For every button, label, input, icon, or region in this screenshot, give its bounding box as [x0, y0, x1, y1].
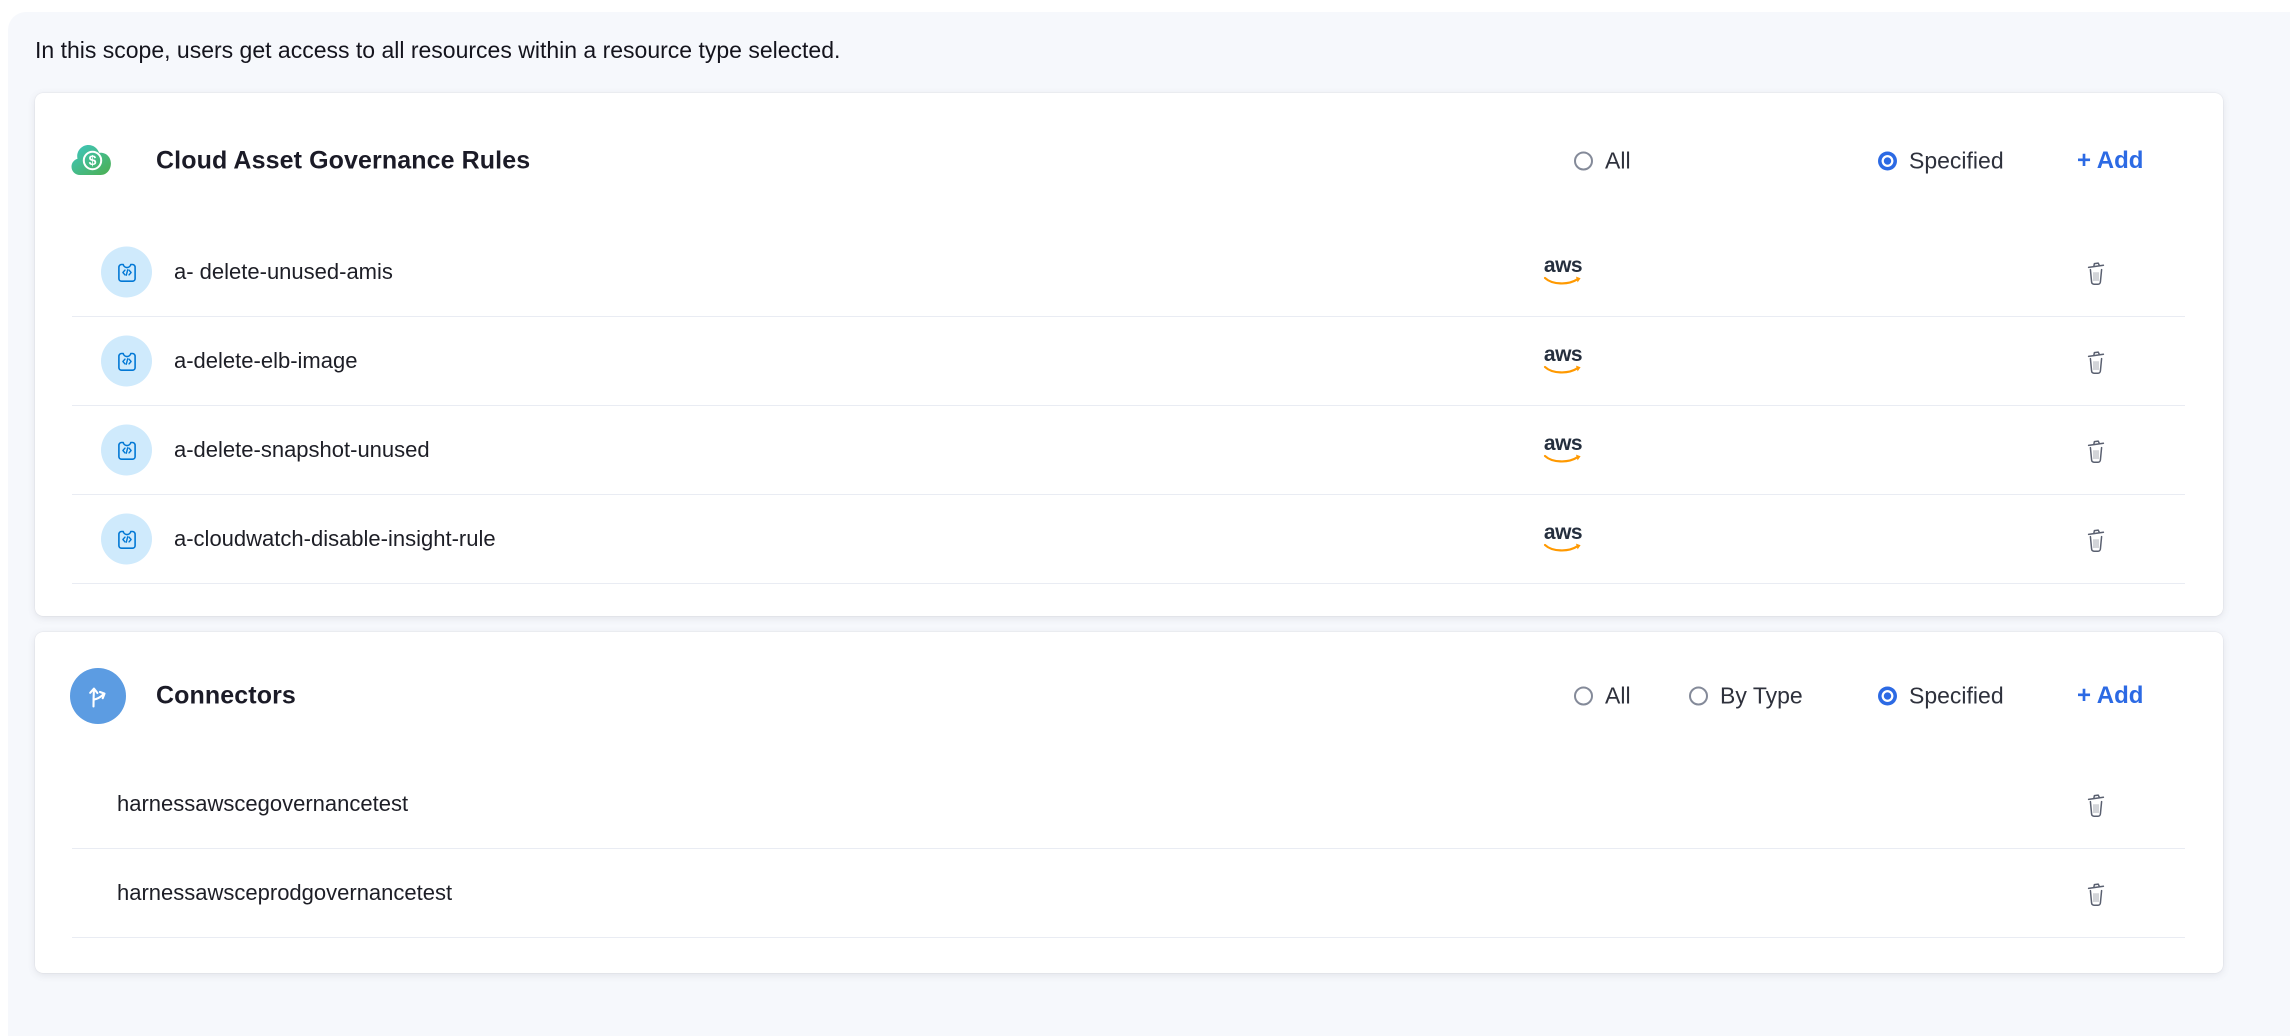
scope-description: In this scope, users get access to all r… [35, 36, 840, 64]
rule-name: a- delete-unused-amis [174, 259, 393, 285]
aws-logo: aws [1542, 346, 1584, 376]
radio-selected-icon[interactable] [1878, 687, 1897, 706]
rule-avatar [101, 514, 152, 565]
trash-icon [2084, 348, 2108, 375]
rule-name: a-delete-elb-image [174, 348, 357, 374]
governance-rule-row: a-cloudwatch-disable-insight-rule aws [72, 495, 2185, 584]
radio-unselected-icon[interactable] [1689, 687, 1708, 706]
governance-rule-row: a- delete-unused-amis aws [72, 228, 2185, 317]
delete-connector-button[interactable] [2079, 876, 2113, 910]
governance-rule-row: a-delete-elb-image aws [72, 317, 2185, 406]
governance-rule-row: a-delete-snapshot-unused aws [72, 406, 2185, 495]
radio-selected-icon[interactable] [1878, 151, 1897, 170]
aws-logo: aws [1542, 257, 1584, 287]
connector-name: harnessawscegovernancetest [117, 791, 408, 817]
connectors-card: Connectors AllBy TypeSpecified + Add har… [35, 632, 2223, 973]
radio-option-all[interactable]: All [1574, 683, 1631, 710]
delete-rule-button[interactable] [2079, 344, 2113, 378]
radio-unselected-icon[interactable] [1574, 151, 1593, 170]
connectors-scope-options: All By Type Specified [35, 632, 2223, 760]
trash-icon [2084, 259, 2108, 286]
aws-logo-text: aws [1542, 524, 1584, 542]
governance-rules-card: $ Cloud Asset Governance Rules AllSpecif… [35, 93, 2223, 616]
radio-option-label: All [1605, 147, 1631, 174]
radio-option-label: By Type [1720, 683, 1803, 710]
delete-rule-button[interactable] [2079, 433, 2113, 467]
connectors-header: Connectors AllBy TypeSpecified + Add [35, 632, 2223, 760]
governance-rules-list: a- delete-unused-amis aws [35, 228, 2223, 584]
aws-logo: aws [1542, 435, 1584, 465]
rule-avatar [101, 425, 152, 476]
rule-name: a-delete-snapshot-unused [174, 437, 430, 463]
trash-icon [2084, 791, 2108, 818]
radio-option-label: Specified [1909, 147, 2004, 174]
rule-name: a-cloudwatch-disable-insight-rule [174, 526, 496, 552]
radio-option-label: Specified [1909, 683, 2004, 710]
delete-rule-button[interactable] [2079, 522, 2113, 556]
aws-logo-text: aws [1542, 435, 1584, 453]
aws-logo-text: aws [1542, 257, 1584, 275]
add-connector-button[interactable]: + Add [2077, 682, 2143, 710]
add-governance-rule-button[interactable]: + Add [2077, 147, 2143, 175]
connector-row: harnessawscegovernancetest [72, 760, 2185, 849]
radio-option-specified[interactable]: Specified [1878, 683, 2004, 710]
connector-name: harnessawsceprodgovernancetest [117, 880, 452, 906]
connectors-list: harnessawscegovernancetest harnessawscep… [35, 760, 2223, 938]
trash-icon [2084, 437, 2108, 464]
governance-rules-header: $ Cloud Asset Governance Rules AllSpecif… [35, 93, 2223, 228]
trash-icon [2084, 526, 2108, 553]
delete-rule-button[interactable] [2079, 255, 2113, 289]
radio-option-all[interactable]: All [1574, 147, 1631, 174]
aws-logo: aws [1542, 524, 1584, 554]
connector-row: harnessawsceprodgovernancetest [72, 849, 2185, 938]
rule-avatar [101, 336, 152, 387]
delete-connector-button[interactable] [2079, 787, 2113, 821]
radio-option-specified[interactable]: Specified [1878, 147, 2004, 174]
governance-rules-scope-options: All Specified [35, 93, 2223, 228]
radio-unselected-icon[interactable] [1574, 687, 1593, 706]
radio-option-label: All [1605, 683, 1631, 710]
aws-logo-text: aws [1542, 346, 1584, 364]
radio-option-bytype[interactable]: By Type [1689, 683, 1803, 710]
trash-icon [2084, 880, 2108, 907]
rule-avatar [101, 247, 152, 298]
